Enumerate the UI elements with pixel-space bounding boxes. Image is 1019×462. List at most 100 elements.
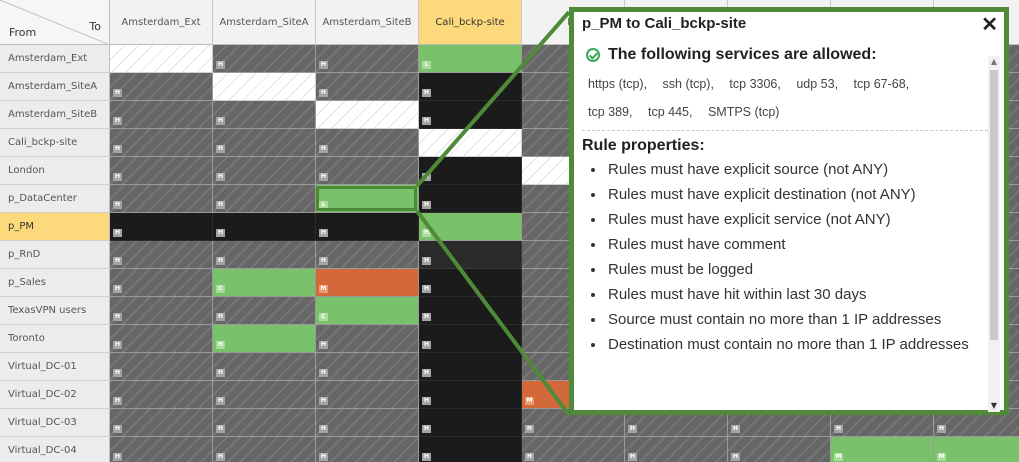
matrix-cell[interactable]: H (110, 437, 213, 462)
matrix-cell[interactable]: H (419, 409, 522, 437)
row-header[interactable]: Amsterdam_SiteB (0, 101, 110, 129)
severity-marker: H (731, 453, 740, 461)
matrix-cell[interactable]: M (316, 269, 419, 297)
matrix-cell[interactable]: H (316, 241, 419, 269)
matrix-cell[interactable]: H (213, 157, 316, 185)
row-header[interactable]: Virtual_DC-03 (0, 409, 110, 437)
matrix-cell[interactable]: H (419, 381, 522, 409)
matrix-cell[interactable]: C (213, 269, 316, 297)
row-header[interactable]: Cali_bckp-site (0, 129, 110, 157)
matrix-cell[interactable]: H (316, 381, 419, 409)
matrix-cell[interactable]: H (213, 437, 316, 462)
matrix-cell[interactable] (110, 45, 213, 73)
matrix-cell[interactable]: H (213, 45, 316, 73)
matrix-cell[interactable]: H (316, 45, 419, 73)
rule-item: Destination must contain no more than 1 … (606, 332, 988, 357)
row-header[interactable]: p_DataCenter (0, 185, 110, 213)
matrix-cell[interactable]: H (419, 73, 522, 101)
matrix-cell[interactable]: H (110, 185, 213, 213)
row-header[interactable]: Toronto (0, 325, 110, 353)
matrix-cell[interactable]: H (728, 437, 831, 462)
matrix-cell[interactable]: H (213, 297, 316, 325)
matrix-cell[interactable] (213, 73, 316, 101)
matrix-cell[interactable]: H (419, 353, 522, 381)
matrix-cell[interactable]: M (831, 437, 934, 462)
row-header[interactable]: Virtual_DC-01 (0, 353, 110, 381)
matrix-cell[interactable]: H (110, 241, 213, 269)
matrix-cell[interactable]: H (213, 381, 316, 409)
matrix-cell[interactable]: H (316, 73, 419, 101)
matrix-cell[interactable]: H (316, 213, 419, 241)
column-header[interactable]: Amsterdam_SiteB (316, 0, 419, 45)
severity-marker: H (113, 229, 122, 237)
row-header[interactable]: Virtual_DC-02 (0, 381, 110, 409)
scroll-up-icon[interactable]: ▲ (988, 56, 1000, 68)
row-header[interactable]: Amsterdam_SiteA (0, 73, 110, 101)
matrix-cell[interactable]: H (419, 213, 522, 241)
matrix-cell[interactable]: H (316, 325, 419, 353)
severity-marker: M (525, 397, 534, 405)
matrix-cell[interactable]: H (419, 241, 522, 269)
matrix-cell[interactable]: H (316, 157, 419, 185)
matrix-cell[interactable]: H (110, 73, 213, 101)
close-icon[interactable]: ✕ (981, 15, 998, 35)
severity-marker: H (422, 257, 431, 265)
matrix-cell[interactable]: M (934, 437, 1019, 462)
scroll-down-icon[interactable]: ▼ (988, 400, 1000, 412)
row-header[interactable]: TexasVPN users (0, 297, 110, 325)
matrix-cell[interactable]: H (316, 129, 419, 157)
matrix-cell[interactable]: H (522, 437, 625, 462)
matrix-cell[interactable]: H (213, 213, 316, 241)
service-item: SMTPS (tcp) (707, 105, 780, 119)
severity-marker: H (216, 61, 225, 69)
matrix-cell[interactable]: H (213, 241, 316, 269)
matrix-cell[interactable]: H (419, 297, 522, 325)
matrix-cell[interactable]: H (110, 297, 213, 325)
matrix-cell[interactable]: H (419, 185, 522, 213)
matrix-cell[interactable]: H (110, 269, 213, 297)
row-header[interactable]: Virtual_DC-04 (0, 437, 110, 462)
matrix-cell[interactable]: L (419, 45, 522, 73)
matrix-cell[interactable]: H (110, 157, 213, 185)
row-header[interactable]: p_RnD (0, 241, 110, 269)
matrix-cell[interactable]: H (213, 325, 316, 353)
matrix-cell[interactable]: H (316, 409, 419, 437)
matrix-cell[interactable]: H (316, 437, 419, 462)
matrix-cell[interactable]: H (316, 353, 419, 381)
matrix-cell[interactable]: H (419, 157, 522, 185)
matrix-cell[interactable]: H (213, 185, 316, 213)
matrix-cell[interactable]: H (419, 325, 522, 353)
matrix-cell[interactable]: H (419, 269, 522, 297)
matrix-cell[interactable]: H (213, 353, 316, 381)
scroll-thumb[interactable] (990, 70, 998, 340)
matrix-cell[interactable]: H (110, 409, 213, 437)
matrix-cell[interactable]: H (110, 353, 213, 381)
row-header[interactable]: p_Sales (0, 269, 110, 297)
column-header[interactable]: Amsterdam_SiteA (213, 0, 316, 45)
row-header[interactable]: p_PM (0, 213, 110, 241)
column-header[interactable]: Cali_bckp-site (419, 0, 522, 45)
matrix-cell[interactable] (316, 101, 419, 129)
matrix-cell[interactable]: H (419, 101, 522, 129)
matrix-cell[interactable]: H (213, 409, 316, 437)
matrix-cell[interactable]: H (110, 381, 213, 409)
matrix-cell[interactable]: H (110, 325, 213, 353)
matrix-cell[interactable]: H (625, 437, 728, 462)
popup-scrollbar[interactable]: ▲ ▼ (988, 56, 1000, 412)
matrix-cell[interactable]: H (213, 129, 316, 157)
check-circle-icon (586, 48, 600, 62)
matrix-cell[interactable] (419, 129, 522, 157)
rule-item: Rules must have explicit service (not AN… (606, 207, 988, 232)
matrix-cell[interactable]: H (110, 213, 213, 241)
matrix-cell[interactable]: H (110, 129, 213, 157)
matrix-cell[interactable]: H (110, 101, 213, 129)
row-header[interactable]: London (0, 157, 110, 185)
row-header[interactable]: Amsterdam_Ext (0, 45, 110, 73)
rule-item: Rules must be logged (606, 257, 988, 282)
severity-marker: H (216, 117, 225, 125)
matrix-cell[interactable]: C (316, 297, 419, 325)
column-header[interactable]: Amsterdam_Ext (110, 0, 213, 45)
matrix-cell[interactable]: H (213, 101, 316, 129)
allowed-services-heading: The following services are allowed: (582, 46, 988, 64)
matrix-cell[interactable]: H (419, 437, 522, 462)
